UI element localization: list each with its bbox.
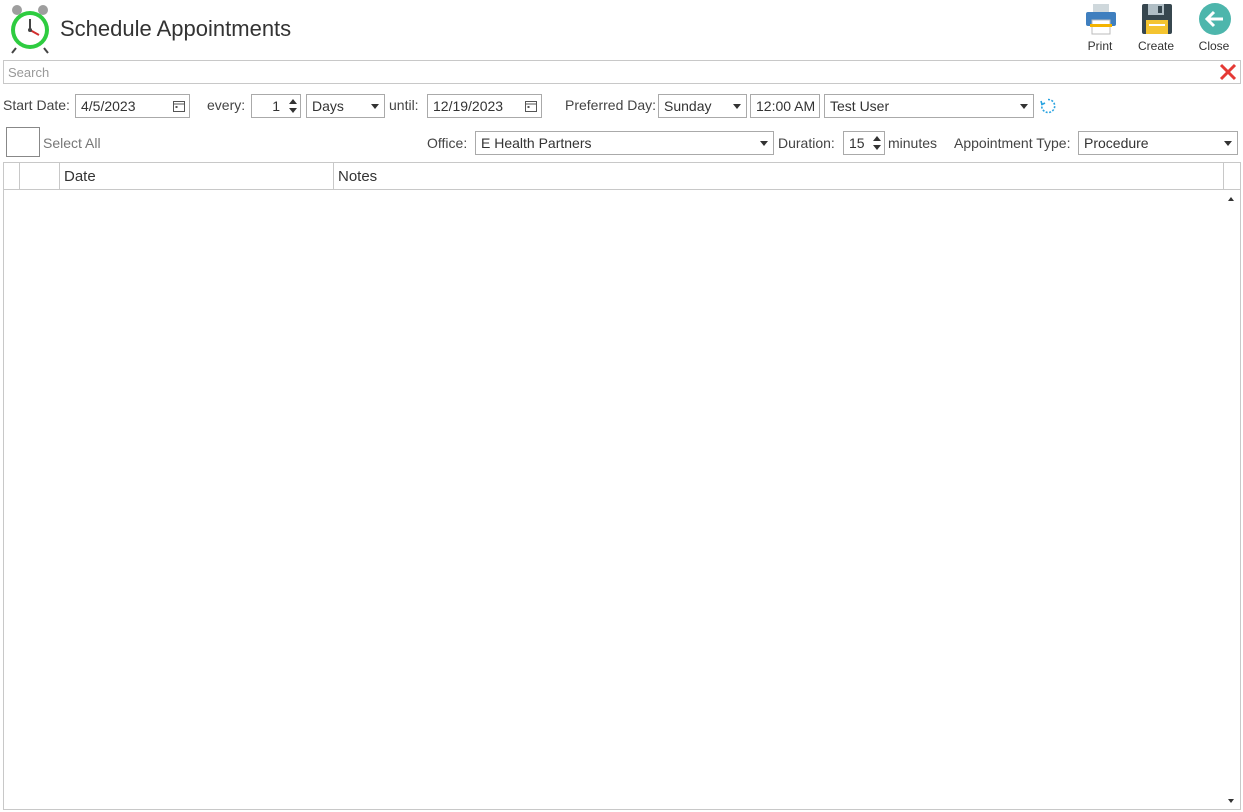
start-date-label: Start Date: — [3, 97, 70, 113]
column-header-notes[interactable]: Notes — [334, 163, 1224, 190]
duration-unit-label: minutes — [888, 135, 938, 151]
chevron-down-icon — [1224, 141, 1232, 146]
printer-icon — [1086, 4, 1116, 35]
create-button[interactable]: Create — [1131, 0, 1181, 56]
column-header-date[interactable]: Date — [60, 163, 334, 190]
grid-header: Date Notes — [4, 163, 1240, 190]
preferred-day-value: Sunday — [664, 98, 712, 114]
chevron-down-icon — [1020, 104, 1028, 109]
page-title: Schedule Appointments — [60, 16, 292, 41]
column-header-select[interactable] — [20, 163, 60, 190]
time-field[interactable]: 12:00 AM — [750, 94, 820, 118]
scroll-down-icon[interactable] — [1228, 799, 1234, 803]
scroll-up-icon[interactable] — [1228, 197, 1234, 201]
office-label: Office: — [427, 135, 468, 151]
alarm-clock-icon — [11, 5, 49, 54]
start-date-picker[interactable]: 4/5/2023 — [75, 94, 190, 118]
refresh-icon[interactable] — [1040, 98, 1056, 114]
user-value: Test User — [830, 98, 890, 114]
appointment-type-dropdown[interactable]: Procedure — [1078, 131, 1238, 155]
close-x-icon[interactable] — [1219, 63, 1237, 81]
until-date-value: 12/19/2023 — [433, 98, 504, 114]
appointment-type-value: Procedure — [1084, 135, 1149, 151]
back-arrow-icon — [1199, 3, 1231, 35]
chevron-down-icon — [760, 141, 768, 146]
appointment-type-label: Appointment Type: — [954, 135, 1071, 151]
chevron-down-icon — [371, 104, 379, 109]
office-value: E Health Partners — [481, 135, 592, 151]
every-stepper[interactable]: 1 — [251, 94, 301, 118]
close-button[interactable]: Close — [1189, 0, 1239, 56]
chevron-down-icon — [733, 104, 741, 109]
spin-buttons[interactable] — [288, 97, 298, 115]
appointments-grid: Date Notes — [3, 162, 1241, 810]
vertical-scrollbar[interactable] — [1224, 191, 1240, 809]
start-date-value: 4/5/2023 — [81, 98, 136, 114]
until-date-picker[interactable]: 12/19/2023 — [427, 94, 542, 118]
until-label: until: — [389, 97, 419, 113]
calendar-icon[interactable] — [173, 100, 185, 112]
office-dropdown[interactable]: E Health Partners — [475, 131, 774, 155]
create-label: Create — [1137, 39, 1175, 53]
interval-unit-value: Days — [312, 98, 344, 114]
search-bar — [3, 60, 1241, 84]
interval-unit-dropdown[interactable]: Days — [306, 94, 385, 118]
print-label: Print — [1087, 39, 1113, 53]
column-header-indicator — [4, 163, 20, 190]
every-value: 1 — [272, 98, 280, 114]
close-label: Close — [1198, 39, 1230, 53]
spin-buttons[interactable] — [872, 134, 882, 152]
header: Schedule Appointments Print Create Close — [0, 0, 1243, 58]
search-input[interactable] — [4, 61, 1214, 83]
duration-stepper[interactable]: 15 — [843, 131, 885, 155]
preferred-day-label: Preferred Day: — [565, 97, 657, 113]
duration-label: Duration: — [778, 135, 835, 151]
duration-value: 15 — [849, 135, 865, 151]
user-dropdown[interactable]: Test User — [824, 94, 1034, 118]
select-all-checkbox[interactable] — [6, 127, 40, 157]
preferred-day-dropdown[interactable]: Sunday — [658, 94, 747, 118]
calendar-icon[interactable] — [525, 100, 537, 112]
print-button[interactable]: Print — [1075, 0, 1125, 56]
every-label: every: — [207, 97, 246, 113]
select-all-label: Select All — [43, 135, 101, 151]
floppy-disk-icon — [1142, 4, 1172, 34]
time-value: 12:00 AM — [756, 98, 816, 114]
